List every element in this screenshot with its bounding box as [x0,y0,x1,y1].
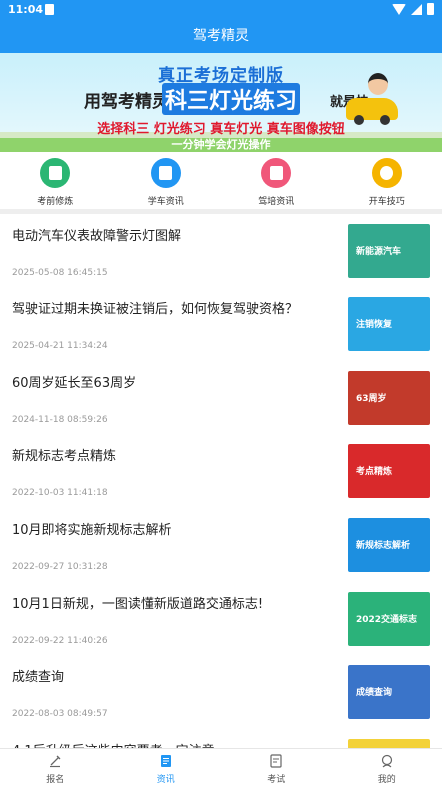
article-date: 2022-10-03 11:41:18 [12,488,108,498]
list-item[interactable]: 4.1后升级后这些内容要考，宝注意 [0,729,442,748]
article-title: 成绩查询 [12,670,65,685]
signal-icon [411,3,422,15]
article-thumbnail: 注销恢复 [348,297,430,351]
quicknav-item-driving-tips[interactable]: 开车技巧 [332,152,442,209]
list-item[interactable]: 10月即将实施新规标志解析 2022-09-27 10:31:28 新规标志解析 [0,508,442,581]
profile-icon [381,754,392,768]
exam-icon [270,754,282,768]
article-title: 10月1日新规，一图读懂新版道路交通标志! [12,597,264,612]
list-item[interactable]: 10月1日新规，一图读懂新版道路交通标志! 2022-09-22 11:40:2… [0,582,442,655]
tab-news[interactable]: 资讯 [111,749,222,786]
quick-nav: 考前修炼 学车资讯 驾培资讯 开车技巧 [0,152,442,209]
tab-label: 我的 [377,775,396,785]
article-thumbnail: 新规标志解析 [348,518,430,572]
quicknav-label: 驾培资讯 [258,197,295,207]
list-item[interactable]: 成绩查询 2022-08-03 08:49:57 成绩查询 [0,655,442,728]
battery-icon [427,3,434,15]
bottom-tab-bar: 报名 资讯 考试 我的 [0,748,442,786]
tab-label: 报名 [46,775,65,785]
article-title: 10月即将实施新规标志解析 [12,523,172,538]
list-item[interactable]: 电动汽车仪表故障警示灯图解 2025-05-08 16:45:15 新能源汽车 [0,214,442,287]
steering-wheel-icon [371,158,402,188]
status-time: 11:04 [8,3,44,16]
article-date: 2022-09-27 10:31:28 [12,562,108,572]
status-bar: 11:04 [0,0,442,20]
signup-icon [50,755,61,768]
news-icon [160,755,171,767]
quicknav-item-exam-prep[interactable]: 考前修炼 [0,152,111,209]
list-item[interactable]: 新规标志考点精炼 2022-10-03 11:41:18 考点精炼 [0,434,442,507]
tab-label: 资讯 [156,775,175,785]
article-title: 新规标志考点精炼 [12,449,117,464]
promo-banner[interactable]: 真正考场定制版 用驾考精灵 科三灯光练习 就是快 选择科三 灯光练习 真车灯光 … [0,53,442,152]
thumbnail-caption: 考点精炼 [356,467,393,477]
quicknav-label: 开车技巧 [368,197,405,207]
quicknav-item-training-news[interactable]: 驾培资讯 [221,152,332,209]
article-thumbnail [348,739,430,748]
article-date: 2024-11-18 08:59:26 [12,415,108,425]
quicknav-item-learning-news[interactable]: 学车资讯 [111,152,222,209]
app-title: 驾考精灵 [0,20,442,53]
article-title: 驾驶证过期未换证被注销后，如何恢复驾驶资格？ [12,302,299,317]
car-illustration [346,98,398,125]
article-date: 2025-04-21 11:34:24 [12,341,108,351]
article-thumbnail: 考点精炼 [348,444,430,498]
article-title: 电动汽车仪表故障警示灯图解 [12,229,182,244]
thumbnail-caption: 成绩查询 [356,688,393,698]
tab-signup[interactable]: 报名 [0,749,111,786]
article-title: 60周岁延长至63周岁 [12,376,137,391]
thumbnail-caption: 63周岁 [356,394,387,404]
article-date: 2025-05-08 16:45:15 [12,268,108,278]
article-date: 2022-08-03 08:49:57 [12,709,108,719]
news-icon [150,158,181,188]
thumbnail-caption: 2022交通标志 [356,615,418,625]
thumbnail-caption: 新规标志解析 [356,541,411,551]
status-icons [392,3,434,15]
tab-label: 考试 [267,775,286,785]
document-icon [261,158,292,188]
thumbnail-caption: 新能源汽车 [356,247,402,257]
quicknav-label: 考前修炼 [37,197,74,207]
list-item[interactable]: 60周岁延长至63周岁 2024-11-18 08:59:26 63周岁 [0,361,442,434]
wifi-icon [392,3,406,15]
article-thumbnail: 63周岁 [348,371,430,425]
article-title: 4.1后升级后这些内容要考，宝注意 [12,740,332,748]
article-thumbnail: 新能源汽车 [348,224,430,278]
article-thumbnail: 2022交通标志 [348,592,430,646]
banner-tagline: 一分钟学会灯光操作 [171,138,271,151]
driver-illustration [368,73,388,95]
article-date: 2022-09-22 11:40:26 [12,636,108,646]
article-list: 电动汽车仪表故障警示灯图解 2025-05-08 16:45:15 新能源汽车 … [0,214,442,748]
banner-subhead-highlight: 科三灯光练习 [162,83,301,115]
thumbnail-caption: 注销恢复 [356,320,393,330]
tab-profile[interactable]: 我的 [332,749,442,786]
list-item[interactable]: 驾驶证过期未换证被注销后，如何恢复驾驶资格？ 2025-04-21 11:34:… [0,287,442,360]
banner-instructions: 选择科三 灯光练习 真车灯光 真车图像按钮 [97,122,345,137]
quicknav-label: 学车资讯 [147,197,184,207]
article-thumbnail: 成绩查询 [348,665,430,719]
tab-exam[interactable]: 考试 [221,749,332,786]
sim-icon [45,4,54,15]
book-icon [40,158,71,188]
banner-subhead-prefix: 用驾考精灵 [84,92,169,112]
